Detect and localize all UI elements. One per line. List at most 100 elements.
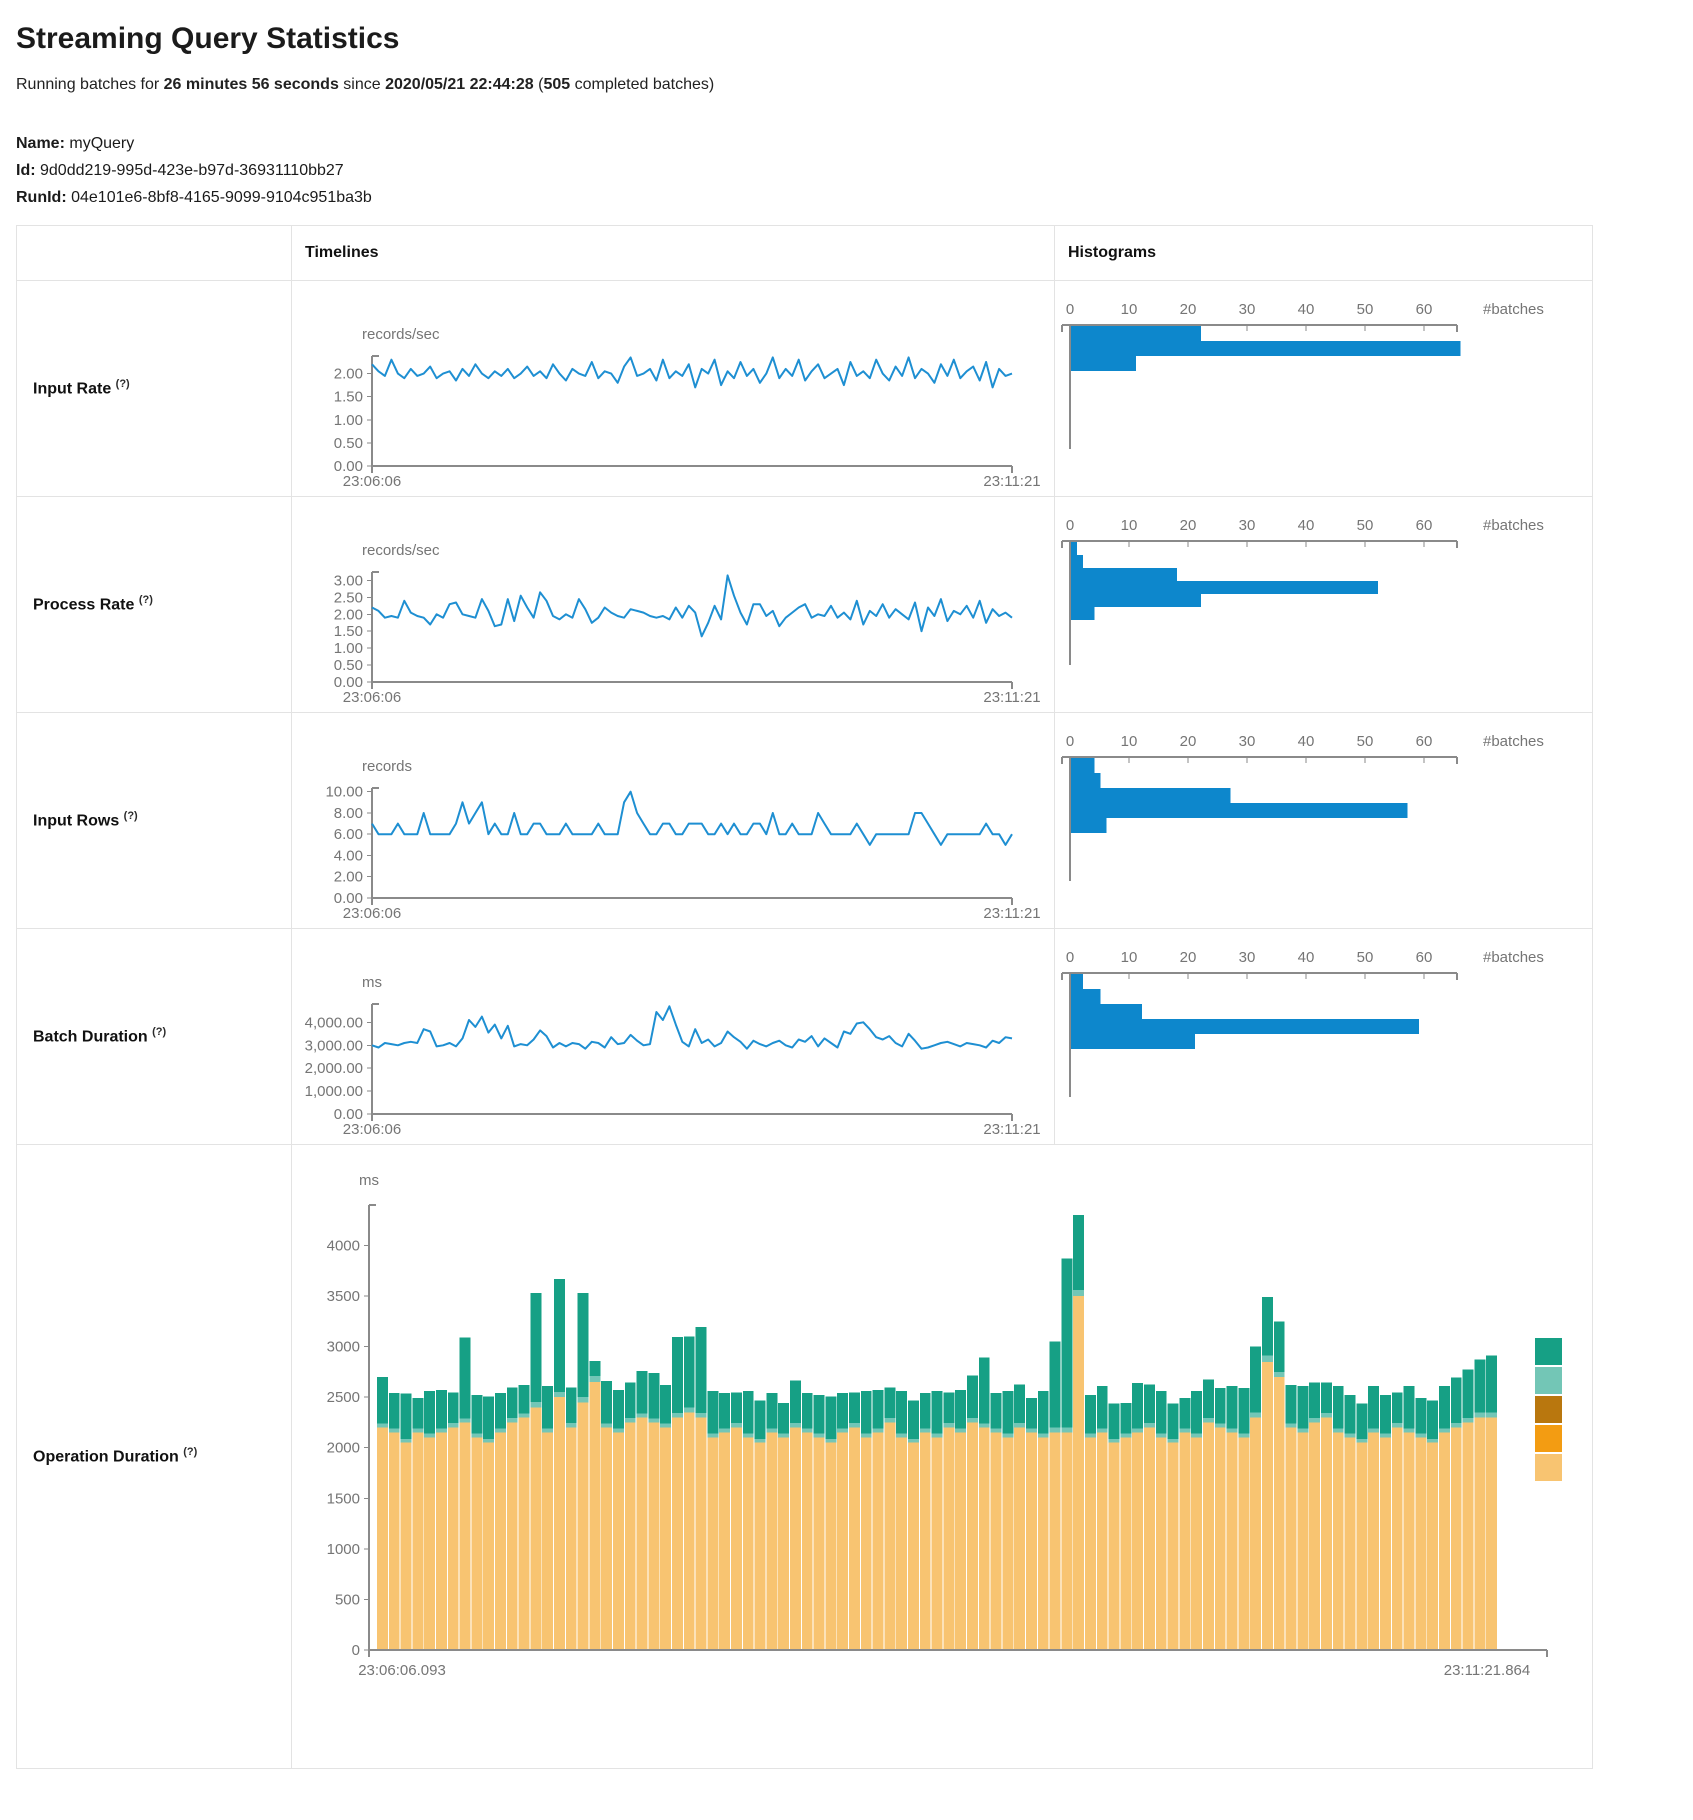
operation-duration-help-icon[interactable]: (?) [183,1446,197,1458]
svg-text:1500: 1500 [327,1490,360,1507]
svg-text:records/sec: records/sec [362,542,440,559]
operation-duration-label: Operation Duration (?) [17,1145,292,1769]
svg-text:2000: 2000 [327,1440,360,1457]
query-runid-value: 04e101e6-8bf8-4165-9099-9104c951ba3b [71,189,372,206]
svg-text:10.00: 10.00 [325,784,363,801]
batch-duration-help-icon[interactable]: (?) [152,1026,166,1038]
svg-text:2.00: 2.00 [334,606,363,623]
process-rate-help-icon[interactable]: (?) [139,594,153,606]
svg-text:3000: 3000 [327,1339,360,1356]
svg-text:40: 40 [1298,949,1315,966]
svg-text:#batches: #batches [1483,301,1544,318]
svg-text:23:06:06: 23:06:06 [343,473,401,490]
legend-swatch-3 [1535,1425,1562,1452]
process-rate-row: Process Rate (?) records/sec3.002.502.00… [17,497,1593,713]
legend-swatch-1 [1535,1367,1562,1394]
svg-text:50: 50 [1357,301,1374,318]
svg-text:23:11:21: 23:11:21 [983,1121,1040,1138]
input-rate-timeline-chart: records/sec2.001.501.000.500.0023:06:062… [292,281,1054,496]
input-rows-row: Input Rows (?) records10.008.006.004.002… [17,713,1593,929]
svg-text:#batches: #batches [1483,733,1544,750]
histograms-header: Histograms [1055,226,1593,281]
running-batches-summary: Running batches for 26 minutes 56 second… [16,76,1692,94]
svg-text:30: 30 [1239,949,1256,966]
timelines-header: Timelines [292,226,1055,281]
svg-text:20: 20 [1180,949,1197,966]
svg-text:2.00: 2.00 [334,869,363,886]
svg-text:8.00: 8.00 [334,805,363,822]
svg-text:0: 0 [1066,949,1074,966]
svg-text:1000: 1000 [327,1541,360,1558]
svg-text:40: 40 [1298,733,1315,750]
input-rows-help-icon[interactable]: (?) [124,810,138,822]
process-rate-timeline-chart: records/sec3.002.502.001.501.000.500.002… [292,497,1054,712]
svg-text:0: 0 [1066,517,1074,534]
svg-text:3.00: 3.00 [334,572,363,589]
summary-since: since [339,76,385,93]
query-id-value: 9d0dd219-995d-423e-b97d-36931110bb27 [40,162,344,179]
svg-text:2,000.00: 2,000.00 [305,1060,363,1077]
svg-text:6.00: 6.00 [334,826,363,843]
svg-text:0: 0 [1066,301,1074,318]
svg-text:0.50: 0.50 [334,435,363,452]
batch-duration-row: Batch Duration (?) ms4,000.003,000.002,0… [17,929,1593,1145]
input-rate-help-icon[interactable]: (?) [116,378,130,390]
table-header-row: Timelines Histograms [17,226,1593,281]
query-id-row: Id: 9d0dd219-995d-423e-b97d-36931110bb27 [16,157,1692,184]
completed-batches-count: 505 [543,76,570,93]
svg-text:0.50: 0.50 [334,657,363,674]
svg-text:1.50: 1.50 [334,389,363,406]
query-id-label: Id: [16,162,36,179]
svg-text:#batches: #batches [1483,949,1544,966]
input-rows-timeline-chart: records10.008.006.004.002.000.0023:06:06… [292,713,1054,928]
svg-text:1.00: 1.00 [334,640,363,657]
svg-text:23:11:21: 23:11:21 [983,689,1040,706]
svg-text:2.00: 2.00 [334,366,363,383]
batch-duration-histogram-chart: 0102030405060#batches [1055,929,1592,1144]
input-rate-label: Input Rate (?) [17,281,292,497]
empty-header-cell [17,226,292,281]
summary-suffix: completed batches) [570,76,714,93]
svg-text:500: 500 [335,1591,360,1608]
svg-text:50: 50 [1357,949,1374,966]
svg-text:60: 60 [1416,733,1433,750]
process-rate-histogram-chart: 0102030405060#batches [1055,497,1592,712]
svg-text:ms: ms [362,974,382,991]
svg-text:23:06:06: 23:06:06 [343,905,401,922]
svg-text:3500: 3500 [327,1288,360,1305]
legend-swatch-2 [1535,1396,1562,1423]
summary-open-paren: ( [534,76,544,93]
legend-swatch-4 [1535,1454,1562,1481]
svg-text:40: 40 [1298,517,1315,534]
svg-text:20: 20 [1180,733,1197,750]
svg-text:23:11:21.864: 23:11:21.864 [1444,1662,1530,1679]
operation-duration-stacked-chart: ms4000350030002500200015001000500023:06:… [292,1145,1592,1768]
operation-duration-row: Operation Duration (?) ms400035003000250… [17,1145,1593,1769]
svg-text:20: 20 [1180,301,1197,318]
statistics-table: Timelines Histograms Input Rate (?) reco… [16,225,1593,1769]
svg-text:40: 40 [1298,301,1315,318]
svg-text:23:11:21: 23:11:21 [983,473,1040,490]
svg-text:ms: ms [359,1172,379,1189]
svg-text:records/sec: records/sec [362,326,440,343]
svg-text:records: records [362,758,412,775]
query-name-row: Name: myQuery [16,130,1692,157]
svg-text:0: 0 [1066,733,1074,750]
page-title: Streaming Query Statistics [16,22,1692,56]
svg-text:23:11:21: 23:11:21 [983,905,1040,922]
query-runid-label: RunId: [16,189,67,206]
query-name-label: Name: [16,135,65,152]
start-timestamp: 2020/05/21 22:44:28 [385,76,534,93]
svg-text:10: 10 [1121,517,1138,534]
input-rows-histogram-chart: 0102030405060#batches [1055,713,1592,928]
query-metadata: Name: myQuery Id: 9d0dd219-995d-423e-b97… [16,130,1692,211]
svg-text:60: 60 [1416,517,1433,534]
query-runid-row: RunId: 04e101e6-8bf8-4165-9099-9104c951b… [16,184,1692,211]
svg-text:0: 0 [352,1642,360,1659]
query-name-value: myQuery [69,135,134,152]
legend-swatch-0 [1535,1338,1562,1365]
svg-text:50: 50 [1357,517,1374,534]
input-rate-row: Input Rate (?) records/sec2.001.501.000.… [17,281,1593,497]
svg-text:20: 20 [1180,517,1197,534]
batch-duration-timeline-chart: ms4,000.003,000.002,000.001,000.000.0023… [292,929,1054,1144]
